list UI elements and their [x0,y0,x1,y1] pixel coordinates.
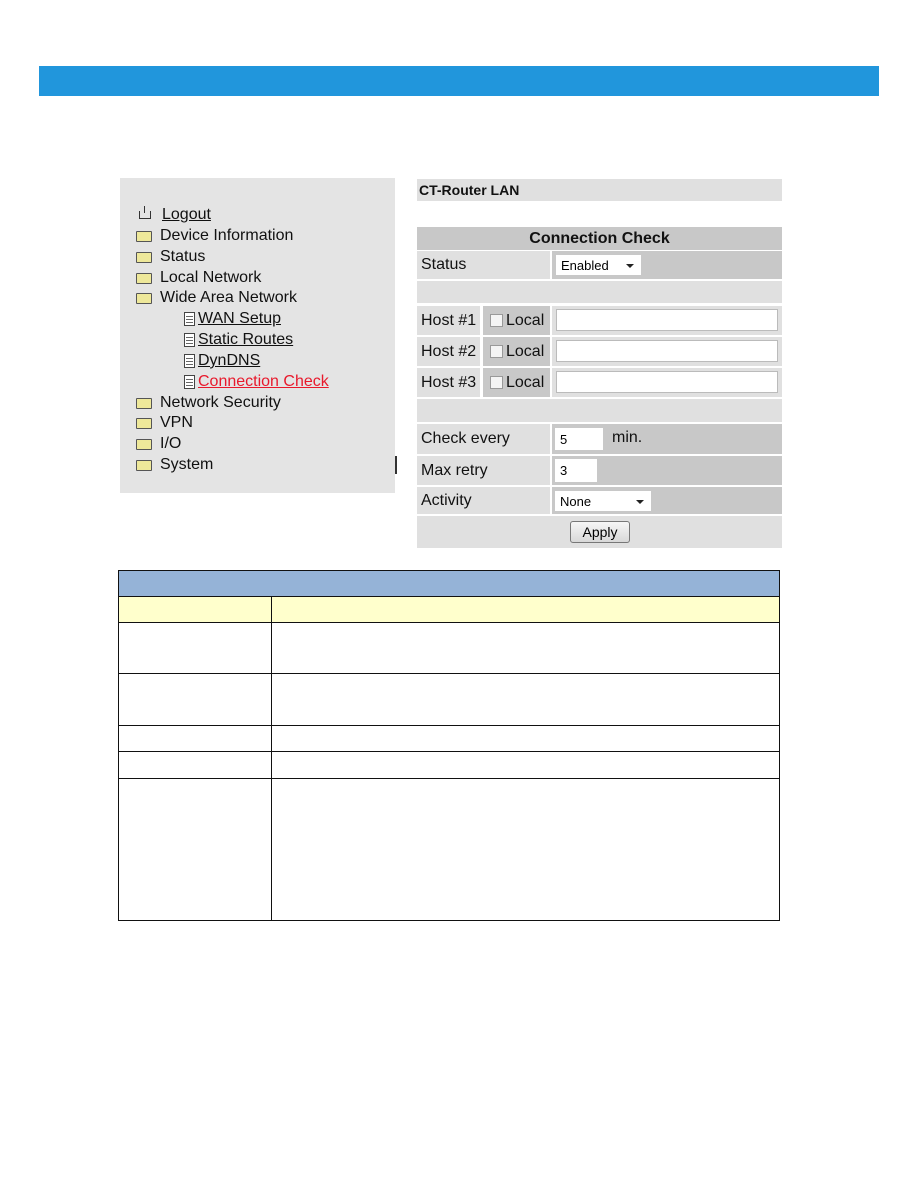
device-title: CT-Router LAN [417,179,782,201]
page-icon [184,312,195,326]
table-cell [118,778,272,921]
nav-logout[interactable]: Logout [136,205,211,225]
apply-button[interactable]: Apply [570,521,630,543]
folder-icon [136,272,152,284]
host1-label: Host #1 [417,306,480,335]
spacer-row [417,281,782,303]
nav-link[interactable]: DynDNS [198,352,260,370]
nav-status[interactable]: Status [136,247,205,267]
table-cell [271,725,780,752]
nav-system[interactable]: System [136,455,213,475]
folder-icon [136,251,152,263]
status-value: Enabled [561,257,609,273]
folder-icon [136,292,152,304]
table-cell [271,778,780,921]
max-retry-label: Max retry [417,456,550,485]
nav-label: Status [160,248,206,265]
host1-input[interactable] [556,309,778,331]
nav-link-active[interactable]: Connection Check [198,373,329,391]
host3-local[interactable]: Local [483,368,550,397]
sidebar-nav: Logout Device Information Status Local N… [120,178,395,493]
parameter-table [118,570,780,921]
page-icon [184,354,195,368]
table-cell [118,725,272,752]
check-every-input[interactable]: 5 [555,428,603,450]
nav-local-network[interactable]: Local Network [136,268,261,288]
activity-select[interactable]: None [555,491,651,511]
local-label: Local [506,342,545,360]
page-icon [184,375,195,389]
nav-connection-check[interactable]: Connection Check [182,372,329,392]
check-every-label: Check every [417,424,550,454]
nav-static-routes[interactable]: Static Routes [182,330,293,350]
nav-network-security[interactable]: Network Security [136,393,281,413]
table-cell [118,673,272,726]
nav-label: I/O [160,435,182,452]
folder-icon [136,397,152,409]
logout-icon [139,206,151,219]
host2-input[interactable] [556,340,778,362]
activity-value: None [560,493,592,509]
header-band [39,66,879,96]
page-icon [184,333,195,347]
text-cursor [395,456,397,474]
folder-icon [136,417,152,429]
host3-input[interactable] [556,371,778,393]
nav-wan-setup[interactable]: WAN Setup [182,309,281,329]
nav-wide-area-network[interactable]: Wide Area Network [136,288,297,308]
status-label: Status [417,251,550,279]
nav-link[interactable]: WAN Setup [198,310,281,328]
host2-label: Host #2 [417,337,480,366]
table-cell [271,673,780,726]
table-header-cell [271,596,780,623]
nav-label: Local Network [160,269,262,286]
table-cell [271,622,780,674]
nav-label: Device Information [160,227,294,244]
table-cell [271,751,780,779]
local-label: Local [506,373,545,391]
folder-icon [136,438,152,450]
nav-vpn[interactable]: VPN [136,413,193,433]
table-cell [118,751,272,779]
spacer-row [417,399,782,422]
host3-local-checkbox[interactable] [490,376,503,389]
nav-label: VPN [160,414,193,431]
check-every-unit: min. [612,429,643,446]
table-cell [118,622,272,674]
section-title: Connection Check [417,227,782,250]
local-label: Local [506,311,545,329]
nav-label: Wide Area Network [160,289,297,306]
status-select[interactable]: Enabled [556,255,641,275]
max-retry-input[interactable]: 3 [555,459,597,482]
host2-local-checkbox[interactable] [490,345,503,358]
host2-local[interactable]: Local [483,337,550,366]
host1-local[interactable]: Local [483,306,550,335]
nav-link[interactable]: Static Routes [198,331,293,349]
nav-label: Network Security [160,394,281,411]
nav-device-information[interactable]: Device Information [136,226,293,246]
host3-label: Host #3 [417,368,480,397]
table-title-row [118,570,780,597]
nav-io[interactable]: I/O [136,434,181,454]
host1-local-checkbox[interactable] [490,314,503,327]
folder-icon [136,230,152,242]
folder-icon [136,459,152,471]
nav-label: System [160,456,214,473]
logout-link[interactable]: Logout [162,206,211,224]
table-header-cell [118,596,272,623]
activity-label: Activity [417,487,550,514]
nav-dyndns[interactable]: DynDNS [182,351,260,371]
